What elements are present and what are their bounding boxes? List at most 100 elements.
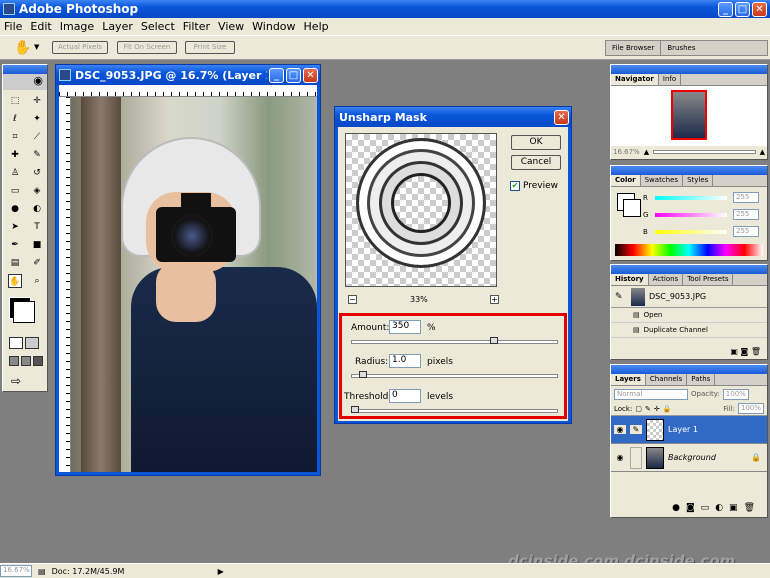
crop-tool-icon[interactable]: ⌗ [8,130,22,144]
eye-icon[interactable]: ◉ [614,425,626,434]
menu-window[interactable]: Window [248,20,299,33]
tab-color[interactable]: Color [611,175,641,186]
green-slider[interactable] [655,213,727,217]
eraser-tool-icon[interactable]: ▭ [8,184,22,198]
type-tool-icon[interactable]: T [30,220,44,234]
menu-view[interactable]: View [214,20,248,33]
layer-name[interactable]: Background [668,453,747,462]
tab-info[interactable]: Info [659,74,682,85]
tab-tool-presets[interactable]: Tool Presets [683,274,734,285]
maximize-button[interactable]: □ [735,1,750,17]
slice-tool-icon[interactable]: ⟋ [30,130,44,144]
navigator-zoom-out-icon[interactable]: ▲ [644,148,649,156]
tab-swatches[interactable]: Swatches [641,175,684,186]
navigator-view-box[interactable] [671,90,707,140]
status-zoom[interactable]: 16.67% [0,565,32,577]
navigator-zoom-in-icon[interactable]: ▲ [760,148,765,156]
amount-slider-thumb[interactable] [490,337,499,344]
navigator-preview[interactable] [611,86,767,146]
menu-edit[interactable]: Edit [26,20,55,33]
preview-window[interactable] [345,133,497,287]
opacity-input[interactable]: 100% [722,388,749,400]
clone-stamp-icon[interactable]: ♙ [8,166,22,180]
full-screen-menu-icon[interactable] [21,356,31,366]
blend-mode-select[interactable]: Normal [614,388,688,400]
pen-tool-icon[interactable]: ✒ [8,238,22,252]
layer-style-icon[interactable]: ● [672,503,686,513]
zoom-out-icon[interactable]: − [348,295,357,304]
jump-to-imageready-icon[interactable]: ⇨ [11,374,21,388]
blue-input[interactable]: 255 [733,226,759,237]
cancel-button[interactable]: Cancel [511,155,561,170]
hand-tool-icon[interactable]: ✋ [14,40,31,56]
lock-all-icon[interactable]: 🔒 [663,405,672,413]
tab-actions[interactable]: Actions [649,274,684,285]
color-bg-swatch[interactable] [623,199,641,217]
history-item[interactable]: ▤ Open [611,308,767,323]
layer-row[interactable]: ◉ ✎ Layer 1 [611,416,767,444]
brushes-tab[interactable]: Brushes [661,41,701,55]
menu-image[interactable]: Image [56,20,98,33]
minimize-button[interactable]: _ [718,1,733,17]
healing-brush-icon[interactable]: ✚ [8,148,22,162]
magic-wand-icon[interactable]: ✦ [30,112,44,126]
close-button[interactable]: ✕ [752,1,767,17]
tab-styles[interactable]: Styles [683,175,714,186]
history-brush-icon[interactable]: ↺ [30,166,44,180]
chevron-down-icon[interactable]: ▼ [34,43,39,51]
dodge-tool-icon[interactable]: ◐ [30,202,44,216]
eyedropper-icon[interactable]: ✐ [30,256,44,270]
tab-navigator[interactable]: Navigator [611,74,659,85]
shape-tool-icon[interactable]: ■ [30,238,44,252]
new-set-icon[interactable]: ▭ [701,503,716,513]
eye-icon[interactable]: ◉ [614,453,626,462]
zoom-tool-icon[interactable]: ⌕ [30,274,44,288]
tab-channels[interactable]: Channels [646,374,688,385]
blue-slider[interactable] [655,230,727,234]
history-brush-source-icon[interactable]: ✎ [615,292,627,302]
zoom-in-icon[interactable]: + [490,295,499,304]
standard-screen-icon[interactable] [9,356,19,366]
new-layer-icon[interactable]: ▣ [729,503,744,513]
path-select-icon[interactable]: ➤ [8,220,22,234]
red-slider[interactable] [655,196,727,200]
layer-name[interactable]: Layer 1 [668,425,698,434]
lock-image-icon[interactable]: ✎ [645,405,651,413]
menu-layer[interactable]: Layer [98,20,137,33]
amount-slider[interactable] [351,340,558,344]
doc-minimize-button[interactable]: _ [269,67,284,83]
threshold-slider-thumb[interactable] [351,406,359,413]
red-input[interactable]: 255 [733,192,759,203]
menu-filter[interactable]: Filter [179,20,214,33]
history-snapshot[interactable]: ✎ DSC_9053.JPG [611,286,767,308]
tab-paths[interactable]: Paths [687,374,716,385]
fit-on-screen-button[interactable]: Fit On Screen [117,41,177,54]
radius-input[interactable]: 1.0 [389,354,421,368]
navigator-zoom[interactable]: 16.67% [613,148,640,156]
green-input[interactable]: 255 [733,209,759,220]
marquee-tool-icon[interactable]: ⬚ [8,94,22,108]
brush-tool-icon[interactable]: ✎ [30,148,44,162]
file-browser-tab[interactable]: File Browser [606,41,662,55]
delete-layer-icon[interactable]: 🗑 [744,503,761,513]
standard-mode-icon[interactable] [9,337,23,349]
blur-tool-icon[interactable]: ● [8,202,22,216]
new-document-icon[interactable]: ▣ [730,347,738,356]
status-menu-arrow-icon[interactable]: ▶ [218,567,224,576]
paint-bucket-icon[interactable]: ◈ [30,184,44,198]
lasso-tool-icon[interactable]: ℓ [8,112,22,126]
brush-link-icon[interactable]: ✎ [630,425,642,434]
layer-mask-icon[interactable]: ◙ [686,503,701,513]
trash-icon[interactable]: 🗑 [751,347,761,356]
layer-row[interactable]: ◉ Background 🔒 [611,444,767,472]
radius-slider[interactable] [351,374,558,378]
radius-slider-thumb[interactable] [358,371,367,378]
print-size-button[interactable]: Print Size [185,41,235,54]
menu-help[interactable]: Help [300,20,333,33]
preview-checkbox[interactable]: ✔ [510,181,520,191]
ok-button[interactable]: OK [511,135,561,150]
background-color-swatch[interactable] [13,301,35,323]
doc-maximize-button[interactable]: □ [286,67,301,83]
new-snapshot-icon[interactable]: ◙ [741,347,749,356]
navigator-zoom-slider[interactable] [653,150,756,154]
